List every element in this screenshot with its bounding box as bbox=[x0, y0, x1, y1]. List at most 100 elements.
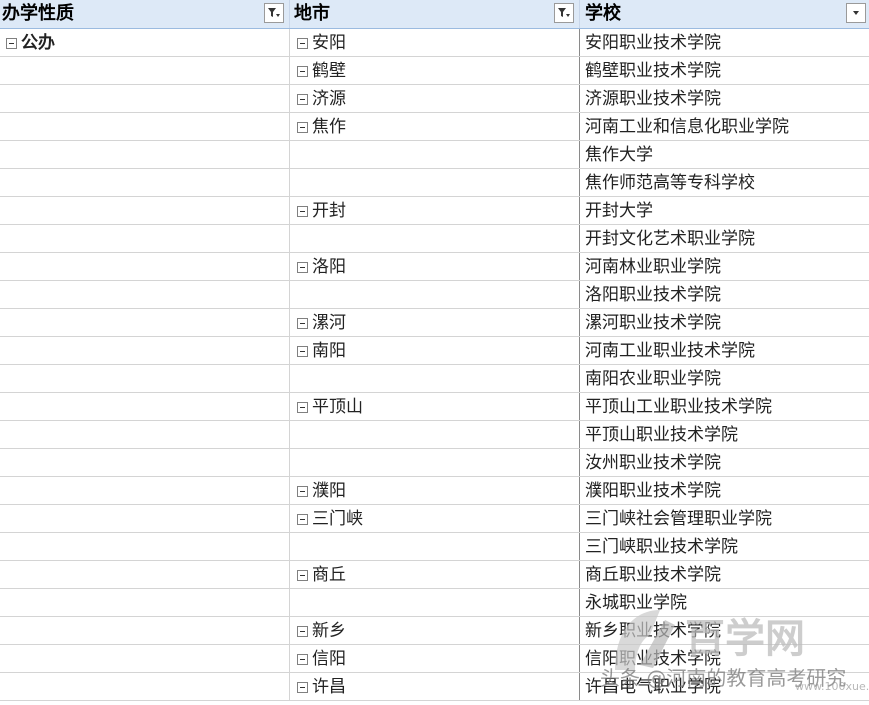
nature-cell[interactable] bbox=[0, 421, 290, 448]
school-cell[interactable]: 安阳职业技术学院 bbox=[580, 29, 869, 56]
city-cell[interactable] bbox=[290, 169, 580, 196]
nature-cell[interactable] bbox=[0, 477, 290, 504]
school-cell[interactable]: 焦作师范高等专科学校 bbox=[580, 169, 869, 196]
school-cell[interactable]: 平顶山职业技术学院 bbox=[580, 421, 869, 448]
city-cell[interactable]: 洛阳 bbox=[290, 253, 580, 280]
school-cell[interactable]: 永城职业学院 bbox=[580, 589, 869, 616]
city-cell[interactable]: 三门峡 bbox=[290, 505, 580, 532]
collapse-toggle-icon[interactable] bbox=[297, 626, 308, 637]
nature-cell[interactable] bbox=[0, 673, 290, 700]
nature-cell[interactable]: 公办 bbox=[0, 29, 290, 56]
school-cell[interactable]: 济源职业技术学院 bbox=[580, 85, 869, 112]
school-cell[interactable]: 汝州职业技术学院 bbox=[580, 449, 869, 476]
nature-cell[interactable] bbox=[0, 449, 290, 476]
school-cell[interactable]: 开封文化艺术职业学院 bbox=[580, 225, 869, 252]
school-cell[interactable]: 濮阳职业技术学院 bbox=[580, 477, 869, 504]
city-cell[interactable]: 濮阳 bbox=[290, 477, 580, 504]
city-cell[interactable] bbox=[290, 421, 580, 448]
nature-cell[interactable] bbox=[0, 85, 290, 112]
collapse-toggle-icon[interactable] bbox=[297, 66, 308, 77]
column-header-school[interactable]: 学校 bbox=[580, 0, 869, 28]
collapse-toggle-icon[interactable] bbox=[297, 514, 308, 525]
city-cell[interactable] bbox=[290, 365, 580, 392]
nature-cell[interactable] bbox=[0, 253, 290, 280]
school-cell[interactable]: 焦作大学 bbox=[580, 141, 869, 168]
city-cell[interactable] bbox=[290, 589, 580, 616]
city-cell[interactable] bbox=[290, 141, 580, 168]
nature-cell[interactable] bbox=[0, 113, 290, 140]
city-cell[interactable] bbox=[290, 533, 580, 560]
collapse-toggle-icon[interactable] bbox=[297, 94, 308, 105]
school-cell[interactable]: 开封大学 bbox=[580, 197, 869, 224]
school-cell[interactable]: 漯河职业技术学院 bbox=[580, 309, 869, 336]
nature-cell[interactable] bbox=[0, 309, 290, 336]
table-row: 开封 开封大学 bbox=[0, 197, 869, 225]
city-cell[interactable]: 漯河 bbox=[290, 309, 580, 336]
school-cell[interactable]: 新乡职业技术学院 bbox=[580, 617, 869, 644]
nature-cell[interactable] bbox=[0, 617, 290, 644]
school-cell[interactable]: 河南林业职业学院 bbox=[580, 253, 869, 280]
school-cell[interactable]: 三门峡社会管理职业学院 bbox=[580, 505, 869, 532]
city-cell[interactable]: 开封 bbox=[290, 197, 580, 224]
collapse-toggle-icon[interactable] bbox=[297, 38, 308, 49]
city-cell[interactable]: 焦作 bbox=[290, 113, 580, 140]
city-cell[interactable] bbox=[290, 449, 580, 476]
nature-cell[interactable] bbox=[0, 645, 290, 672]
city-cell[interactable]: 新乡 bbox=[290, 617, 580, 644]
city-cell[interactable]: 安阳 bbox=[290, 29, 580, 56]
nature-cell[interactable] bbox=[0, 533, 290, 560]
nature-cell[interactable] bbox=[0, 141, 290, 168]
city-cell[interactable]: 信阳 bbox=[290, 645, 580, 672]
table-row: 焦作 河南工业和信息化职业学院 bbox=[0, 113, 869, 141]
school-dropdown-button[interactable] bbox=[846, 3, 866, 23]
school-cell[interactable]: 南阳农业职业学院 bbox=[580, 365, 869, 392]
nature-cell[interactable] bbox=[0, 57, 290, 84]
collapse-toggle-icon[interactable] bbox=[297, 346, 308, 357]
column-header-nature[interactable]: 办学性质 bbox=[0, 0, 290, 28]
collapse-toggle-icon[interactable] bbox=[297, 122, 308, 133]
school-cell[interactable]: 鹤壁职业技术学院 bbox=[580, 57, 869, 84]
school-cell[interactable]: 河南工业职业技术学院 bbox=[580, 337, 869, 364]
school-cell[interactable]: 信阳职业技术学院 bbox=[580, 645, 869, 672]
school-cell[interactable]: 三门峡职业技术学院 bbox=[580, 533, 869, 560]
nature-cell[interactable] bbox=[0, 505, 290, 532]
collapse-toggle-icon[interactable] bbox=[297, 654, 308, 665]
table-row: 南阳农业职业学院 bbox=[0, 365, 869, 393]
collapse-toggle-icon[interactable] bbox=[297, 262, 308, 273]
school-cell[interactable]: 河南工业和信息化职业学院 bbox=[580, 113, 869, 140]
city-cell[interactable]: 平顶山 bbox=[290, 393, 580, 420]
city-cell[interactable]: 鹤壁 bbox=[290, 57, 580, 84]
city-cell[interactable]: 南阳 bbox=[290, 337, 580, 364]
collapse-toggle-icon[interactable] bbox=[297, 682, 308, 693]
nature-cell[interactable] bbox=[0, 393, 290, 420]
nature-filter-button[interactable] bbox=[264, 3, 284, 23]
school-cell[interactable]: 洛阳职业技术学院 bbox=[580, 281, 869, 308]
nature-cell[interactable] bbox=[0, 197, 290, 224]
nature-cell[interactable] bbox=[0, 365, 290, 392]
city-filter-button[interactable] bbox=[554, 3, 574, 23]
city-cell[interactable] bbox=[290, 281, 580, 308]
city-cell[interactable]: 济源 bbox=[290, 85, 580, 112]
city-cell[interactable] bbox=[290, 225, 580, 252]
school-label: 安阳职业技术学院 bbox=[585, 33, 721, 53]
school-label: 河南林业职业学院 bbox=[585, 257, 721, 277]
school-cell[interactable]: 商丘职业技术学院 bbox=[580, 561, 869, 588]
collapse-toggle-icon[interactable] bbox=[297, 318, 308, 329]
nature-cell[interactable] bbox=[0, 281, 290, 308]
collapse-toggle-icon[interactable] bbox=[6, 38, 17, 49]
column-header-city[interactable]: 地市 bbox=[290, 0, 580, 28]
nature-cell[interactable] bbox=[0, 589, 290, 616]
collapse-toggle-icon[interactable] bbox=[297, 402, 308, 413]
school-label: 济源职业技术学院 bbox=[585, 89, 721, 109]
nature-cell[interactable] bbox=[0, 225, 290, 252]
school-cell[interactable]: 许昌电气职业学院 bbox=[580, 673, 869, 700]
collapse-toggle-icon[interactable] bbox=[297, 206, 308, 217]
nature-cell[interactable] bbox=[0, 561, 290, 588]
collapse-toggle-icon[interactable] bbox=[297, 486, 308, 497]
collapse-toggle-icon[interactable] bbox=[297, 570, 308, 581]
city-cell[interactable]: 商丘 bbox=[290, 561, 580, 588]
nature-cell[interactable] bbox=[0, 337, 290, 364]
nature-cell[interactable] bbox=[0, 169, 290, 196]
city-cell[interactable]: 许昌 bbox=[290, 673, 580, 700]
school-cell[interactable]: 平顶山工业职业技术学院 bbox=[580, 393, 869, 420]
